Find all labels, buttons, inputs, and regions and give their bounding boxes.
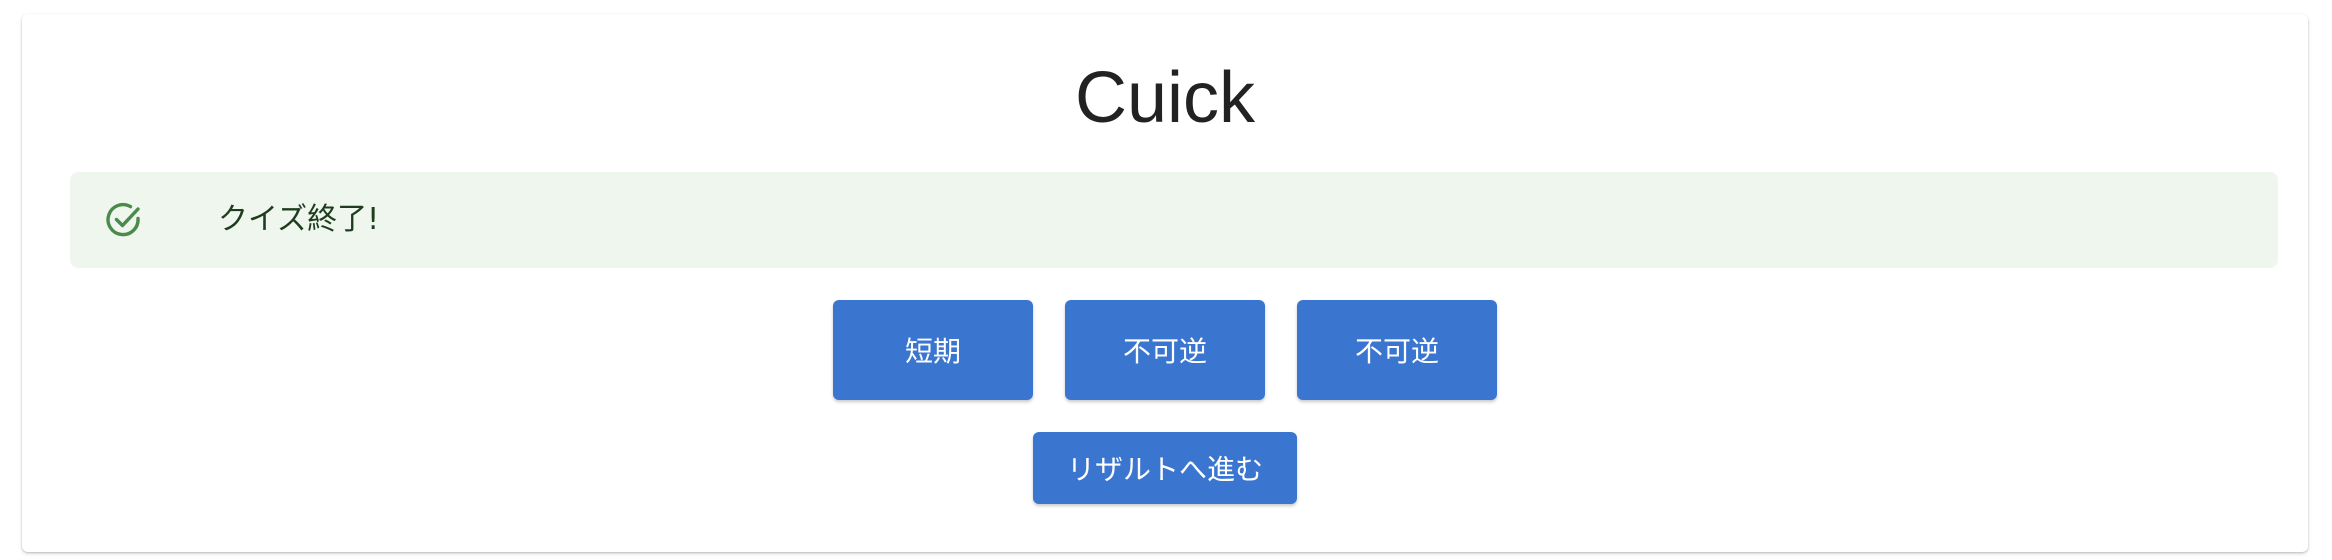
quiz-card: Cuick クイズ終了! 短期 不可逆 不可逆 リザルトへ進む	[22, 14, 2308, 552]
choice-buttons: 短期 不可逆 不可逆	[22, 300, 2308, 400]
success-alert: クイズ終了!	[70, 172, 2278, 268]
choice-button-3[interactable]: 不可逆	[1297, 300, 1497, 400]
alert-message: クイズ終了!	[218, 202, 380, 237]
next-action-row: リザルトへ進む	[22, 432, 2308, 504]
page-title: Cuick	[1074, 58, 1256, 138]
proceed-to-results-button[interactable]: リザルトへ進む	[1033, 432, 1297, 504]
check-circle-icon	[104, 200, 144, 240]
choice-button-1[interactable]: 短期	[833, 300, 1033, 400]
choice-button-2[interactable]: 不可逆	[1065, 300, 1265, 400]
